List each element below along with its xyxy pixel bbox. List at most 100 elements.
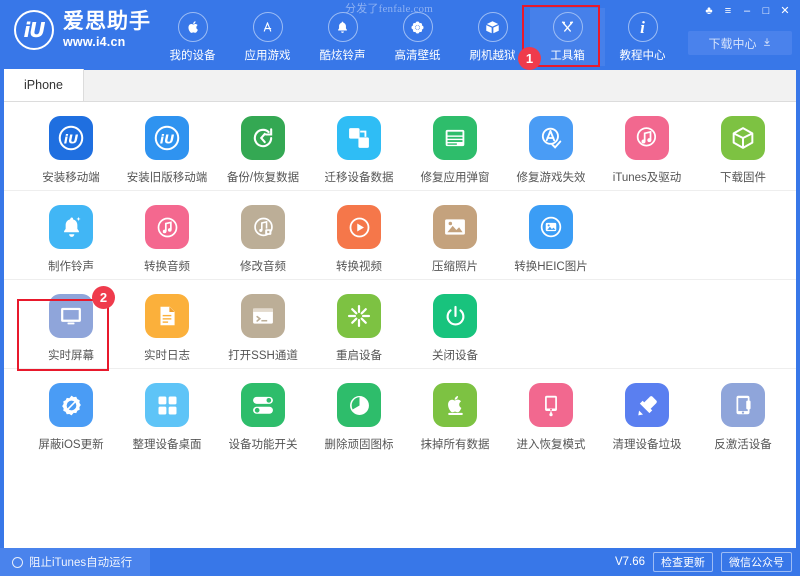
tool-label: 安装旧版移动端 — [126, 172, 208, 184]
wechat-official-button[interactable]: 微信公众号 — [721, 552, 792, 572]
edit-audio-icon — [241, 205, 285, 249]
itunes-driver-icon — [625, 116, 669, 160]
tool-restart-device[interactable]: 重启设备 — [311, 294, 407, 363]
tab-iphone[interactable]: iPhone — [4, 69, 84, 101]
organize-desktop-icon — [145, 383, 189, 427]
appleid-card-icon — [433, 116, 477, 160]
tool-power-off-device[interactable]: 关闭设备 — [407, 294, 503, 363]
skin-icon[interactable]: ♣ — [700, 3, 718, 19]
tool-erase-all-data[interactable]: 抹掉所有数据 — [407, 383, 503, 452]
tool-fix-app-popup[interactable]: 修复应用弹窗 — [407, 116, 503, 185]
wrench-icon — [552, 12, 583, 42]
menu-icon[interactable]: ≡ — [719, 3, 737, 19]
tool-edit-audio[interactable]: 修改音频 — [215, 205, 311, 274]
tool-compress-photo[interactable]: 压缩照片 — [407, 205, 503, 274]
nav-item-tutorial[interactable]: i 教程中心 — [605, 8, 680, 66]
close-icon[interactable]: ✕ — [776, 3, 794, 19]
clean-junk-icon — [625, 383, 669, 427]
tool-recovery-mode[interactable]: 进入恢复模式 — [503, 383, 599, 452]
nav-label: 高清壁纸 — [394, 50, 441, 62]
tool-itunes-driver[interactable]: iTunes及驱动 — [599, 116, 695, 185]
brand-url: www.i4.cn — [63, 35, 126, 50]
i4-assistant-window: 分发了fenfale.com iU 爱思助手 www.i4.cn 我的设备 应用… — [0, 0, 800, 576]
version-label: V7.66 — [614, 556, 645, 568]
box-open-icon — [477, 12, 508, 42]
tool-migrate-data[interactable]: 迁移设备数据 — [311, 116, 407, 185]
block-itunes-toggle[interactable]: 阻止iTunes自动运行 — [0, 548, 150, 576]
tool-make-ringtone[interactable]: 制作铃声 — [23, 205, 119, 274]
tool-organize-desktop[interactable]: 整理设备桌面 — [119, 383, 215, 452]
tool-download-firmware[interactable]: 下载固件 — [695, 116, 791, 185]
appstore-check-icon — [529, 116, 573, 160]
nav-item-my-device[interactable]: 我的设备 — [155, 8, 230, 66]
compress-photo-icon — [433, 205, 477, 249]
tool-install-old-mobile[interactable]: iU 安装旧版移动端 — [119, 116, 215, 185]
tools-row: 实时屏幕 实时日志 打开SSH通道 重启设备 关闭设备 — [4, 280, 796, 369]
nav-label: 我的设备 — [169, 50, 216, 62]
live-screen-icon — [49, 294, 93, 338]
power-off-icon — [433, 294, 477, 338]
tool-block-ios-update[interactable]: 屏蔽iOS更新 — [23, 383, 119, 452]
nav-label: 工具箱 — [550, 50, 585, 62]
maximize-icon[interactable]: □ — [757, 3, 775, 19]
tool-label: 修复应用弹窗 — [420, 172, 490, 184]
tool-convert-audio[interactable]: 转换音频 — [119, 205, 215, 274]
live-log-icon — [145, 294, 189, 338]
main-panel: iPhone iU 安装移动端 iU 安装旧版移动端 备份/恢复数据 迁移设备数… — [4, 69, 796, 548]
tool-convert-video[interactable]: 转换视频 — [311, 205, 407, 274]
ringtone-bell-icon — [49, 205, 93, 249]
backup-restore-icon — [241, 116, 285, 160]
tool-label: 关闭设备 — [432, 350, 478, 362]
tool-convert-heic[interactable]: 转换HEIC图片 — [503, 205, 599, 274]
app-header: 分发了fenfale.com iU 爱思助手 www.i4.cn 我的设备 应用… — [0, 0, 800, 70]
i4-logo-icon: iU — [14, 10, 54, 50]
convert-video-icon — [337, 205, 381, 249]
nav-label: 应用游戏 — [244, 50, 291, 62]
tool-label: 屏蔽iOS更新 — [38, 439, 104, 451]
tool-label: 下载固件 — [720, 172, 766, 184]
status-bar: 阻止iTunes自动运行 V7.66 检查更新 微信公众号 — [0, 548, 800, 576]
check-update-button[interactable]: 检查更新 — [653, 552, 713, 572]
tool-clean-junk[interactable]: 清理设备垃圾 — [599, 383, 695, 452]
minimize-icon[interactable]: – — [738, 3, 756, 19]
nav-item-apps-games[interactable]: 应用游戏 — [230, 8, 305, 66]
appstore-icon — [252, 12, 283, 42]
tool-label: 转换视频 — [336, 261, 382, 273]
convert-audio-icon — [145, 205, 189, 249]
tool-label: 转换音频 — [144, 261, 190, 273]
tool-label: 安装移动端 — [42, 172, 100, 184]
tool-install-mobile[interactable]: iU 安装移动端 — [23, 116, 119, 185]
tool-label: 实时屏幕 — [48, 350, 94, 362]
download-center-button[interactable]: 下载中心 — [688, 31, 792, 55]
tool-label: 抹掉所有数据 — [420, 439, 490, 451]
device-tabbar: iPhone — [4, 69, 796, 102]
tool-feature-toggle[interactable]: 设备功能开关 — [215, 383, 311, 452]
restart-device-icon — [337, 294, 381, 338]
tool-live-screen[interactable]: 实时屏幕 — [23, 294, 119, 363]
tool-deactivate-device[interactable]: 反激活设备 — [695, 383, 791, 452]
recovery-mode-icon — [529, 383, 573, 427]
tool-label: 修复游戏失效 — [516, 172, 586, 184]
nav-label: 酷炫铃声 — [319, 50, 366, 62]
tool-open-ssh[interactable]: 打开SSH通道 — [215, 294, 311, 363]
tool-backup-restore[interactable]: 备份/恢复数据 — [215, 116, 311, 185]
tool-label: 转换HEIC图片 — [514, 261, 588, 273]
nav-item-ringtones[interactable]: 酷炫铃声 — [305, 8, 380, 66]
download-arrow-icon — [762, 36, 772, 50]
erase-all-data-icon — [433, 383, 477, 427]
tool-label: 清理设备垃圾 — [612, 439, 682, 451]
svg-text:iU: iU — [160, 131, 174, 146]
tool-fix-game-failure[interactable]: 修复游戏失效 — [503, 116, 599, 185]
tool-live-log[interactable]: 实时日志 — [119, 294, 215, 363]
svg-text:iU: iU — [64, 131, 78, 146]
nav-item-flash-jailbreak[interactable]: 刷机越狱 — [455, 8, 530, 66]
status-right-group: V7.66 检查更新 微信公众号 — [615, 548, 792, 576]
tool-label: 设备功能开关 — [228, 439, 298, 451]
apple-icon — [177, 12, 208, 42]
nav-item-toolbox[interactable]: 工具箱 — [530, 8, 605, 66]
tool-delete-stubborn-icon[interactable]: 删除顽固图标 — [311, 383, 407, 452]
main-nav: 我的设备 应用游戏 酷炫铃声 高清壁纸 刷机越狱 工具箱 i 教程中心 — [155, 8, 680, 66]
nav-item-wallpaper[interactable]: 高清壁纸 — [380, 8, 455, 66]
bell-icon — [327, 12, 358, 42]
migrate-data-icon — [337, 116, 381, 160]
